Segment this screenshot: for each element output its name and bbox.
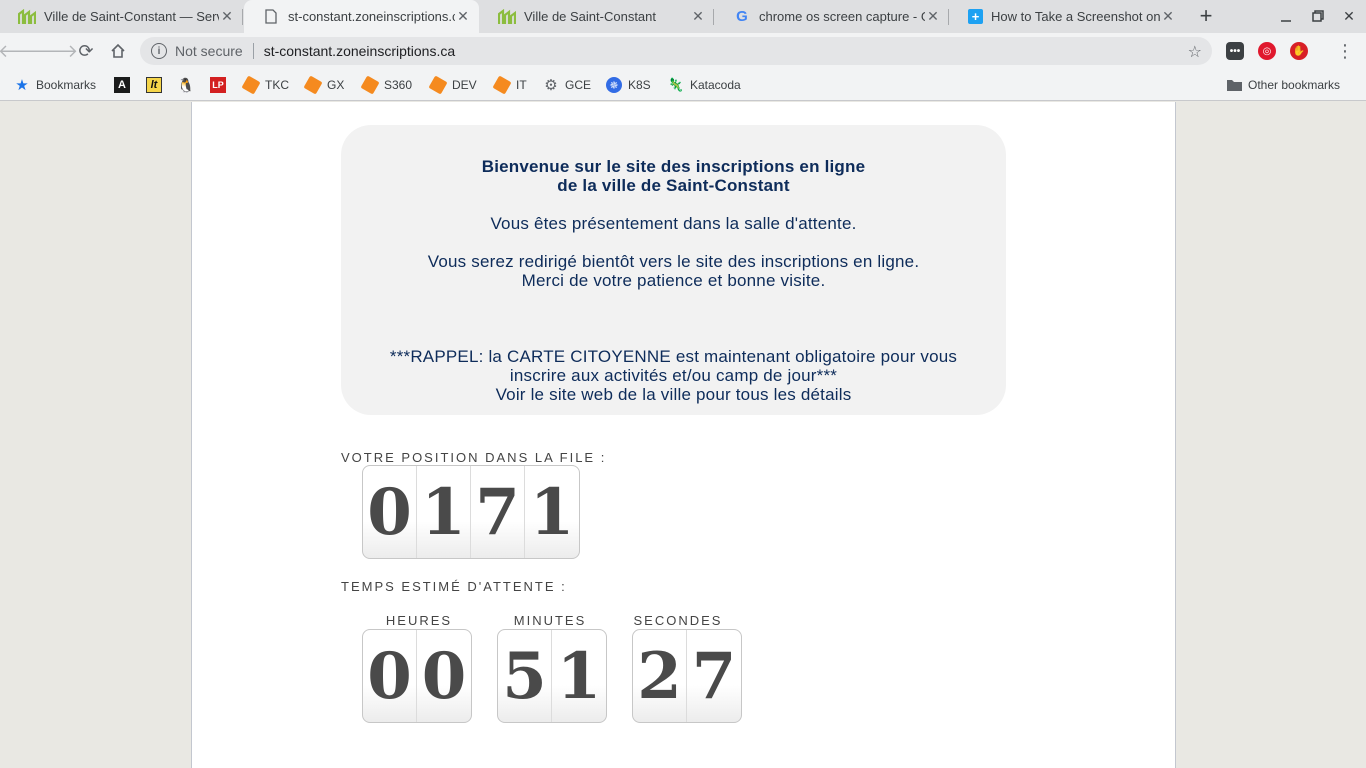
bookmark-gx[interactable]: GX	[303, 75, 344, 95]
queue-position-counter: 0 1 7 1	[362, 465, 580, 559]
menu-icon[interactable]: ⋮	[1336, 40, 1354, 62]
forward-arrow-icon[interactable]: 🡒	[30, 39, 78, 63]
cube-icon	[492, 75, 512, 95]
minutes-label: MINUTES	[513, 613, 587, 628]
patience-text: Merci de votre patience et bonne visite.	[521, 271, 826, 290]
bookmark-it[interactable]: IT	[492, 75, 527, 95]
bookmark-k8s[interactable]: ✵ K8S	[606, 76, 651, 94]
close-icon[interactable]: ✕	[455, 8, 471, 25]
bookmark-lt[interactable]: lt	[146, 76, 168, 94]
hours-counter: 0 0	[362, 629, 472, 723]
plus-box-icon: +	[968, 9, 983, 24]
a-logo-icon: A	[114, 77, 130, 93]
position-digit: 1	[417, 466, 471, 558]
folder-icon	[1226, 77, 1242, 93]
welcome-heading-line1: Bienvenue sur le site des inscriptions e…	[481, 157, 866, 176]
position-digit: 1	[529, 474, 575, 550]
close-icon[interactable]: ✕	[925, 8, 941, 25]
tab-title: Ville de Saint-Constant — Servic	[44, 9, 219, 24]
welcome-message-box: Bienvenue sur le site des inscriptions e…	[341, 125, 1006, 415]
minutes-digit: 5	[498, 630, 552, 722]
waiting-room-text: Vous êtes présentement dans la salle d'a…	[490, 214, 857, 233]
seconds-digit: 2	[633, 630, 687, 722]
estimated-wait-label: TEMPS ESTIMÉ D'ATTENTE :	[341, 579, 567, 594]
saint-constant-logo-icon	[18, 8, 36, 26]
tab-zoneinscriptions[interactable]: st-constant.zoneinscriptions.ca ✕	[244, 0, 479, 33]
home-icon[interactable]	[106, 39, 130, 63]
minutes-counter: 5 1	[497, 629, 607, 723]
cube-icon	[360, 75, 380, 95]
minimize-icon[interactable]	[1276, 6, 1296, 26]
queue-position-label: VOTRE POSITION DANS LA FILE :	[341, 450, 607, 465]
tab-title: st-constant.zoneinscriptions.ca	[288, 9, 455, 24]
tab-strip: Ville de Saint-Constant — Servic ✕ st-co…	[0, 0, 1366, 33]
other-bookmarks[interactable]: Other bookmarks	[1226, 76, 1340, 94]
browser-toolbar: 🡐 🡒 ⟳ i Not secure st-constant.zoneinscr…	[0, 33, 1366, 69]
new-tab-button[interactable]: +	[1194, 3, 1218, 28]
bookmark-s360[interactable]: S360	[360, 75, 412, 95]
seconds-digit: 7	[691, 638, 737, 714]
close-window-icon[interactable]: ✕	[1339, 6, 1359, 26]
bookmark-tkc[interactable]: TKC	[241, 75, 289, 95]
seconds-label: SECONDES	[633, 613, 723, 628]
bookmark-dev[interactable]: DEV	[428, 75, 477, 95]
helm-icon: ✵	[606, 77, 622, 93]
saint-constant-logo-icon	[498, 8, 516, 26]
address-bar[interactable]: i Not secure st-constant.zoneinscription…	[140, 37, 1212, 65]
hours-digit: 0	[421, 638, 467, 714]
cube-icon	[241, 75, 261, 95]
cube-icon	[428, 75, 448, 95]
close-icon[interactable]: ✕	[219, 8, 235, 25]
tab-saint-constant-services[interactable]: Ville de Saint-Constant — Servic ✕	[0, 0, 243, 33]
page-icon	[262, 8, 280, 26]
reminder-line1: ***RAPPEL: la CARTE CITOYENNE est mainte…	[389, 347, 958, 366]
seconds-counter: 2 7	[632, 629, 742, 723]
lp-logo-icon: LP	[210, 77, 226, 93]
extension-lastpass-icon[interactable]: ◎	[1258, 42, 1276, 60]
reload-icon[interactable]: ⟳	[74, 39, 98, 63]
tab-google-search[interactable]: G chrome os screen capture - Goo ✕	[715, 0, 949, 33]
bookmarks-bar: ★ Bookmarks A lt 🐧 LP TKC GX S360 DEV IT…	[0, 69, 1366, 101]
redirect-text: Vous serez redirigé bientôt vers le site…	[427, 252, 920, 271]
hours-label: HEURES	[385, 613, 453, 628]
reminder-line3: Voir le site web de la ville pour tous l…	[495, 385, 852, 404]
hours-digit: 0	[363, 630, 417, 722]
gear-icon: ⚙	[544, 77, 558, 94]
katacoda-icon: 🦎	[667, 77, 685, 92]
lt-logo-icon: lt	[146, 77, 162, 93]
extension-adblock-icon[interactable]: ✋	[1290, 42, 1308, 60]
extension-dots-icon[interactable]: •••	[1226, 42, 1244, 60]
welcome-heading-line2: de la ville de Saint-Constant	[557, 176, 790, 195]
bookmark-katacoda[interactable]: 🦎 Katacoda	[668, 76, 741, 94]
restore-icon[interactable]	[1308, 6, 1328, 26]
security-status[interactable]: Not secure	[175, 43, 243, 59]
google-icon: G	[736, 8, 748, 25]
tab-title: How to Take a Screenshot on a	[991, 9, 1160, 24]
bookmark-linux[interactable]: 🐧	[177, 76, 200, 94]
tab-title: Ville de Saint-Constant	[524, 9, 657, 24]
close-icon[interactable]: ✕	[690, 8, 706, 25]
penguin-icon: 🐧	[177, 76, 195, 93]
bookmark-star-icon[interactable]: ☆	[1188, 42, 1202, 62]
tab-ville-saint-constant[interactable]: Ville de Saint-Constant ✕	[480, 0, 714, 33]
url-text[interactable]: st-constant.zoneinscriptions.ca	[264, 43, 455, 59]
cube-icon	[303, 75, 323, 95]
bookmark-bookmarks[interactable]: ★ Bookmarks	[14, 76, 96, 94]
tab-title: chrome os screen capture - Goo	[759, 9, 925, 24]
bookmark-lp[interactable]: LP	[210, 76, 232, 94]
close-icon[interactable]: ✕	[1160, 8, 1176, 25]
reminder-line2: inscrire aux activités et/ou camp de jou…	[509, 366, 838, 385]
minutes-digit: 1	[556, 638, 602, 714]
bookmark-gce[interactable]: ⚙ GCE	[543, 76, 591, 94]
bookmark-a[interactable]: A	[114, 76, 136, 94]
page-content: Bienvenue sur le site des inscriptions e…	[191, 102, 1176, 768]
star-icon: ★	[15, 77, 29, 94]
tab-how-to-screenshot[interactable]: + How to Take a Screenshot on a ✕	[950, 0, 1184, 33]
position-digit: 0	[363, 466, 417, 558]
position-digit: 7	[471, 466, 525, 558]
info-icon[interactable]: i	[151, 43, 167, 59]
